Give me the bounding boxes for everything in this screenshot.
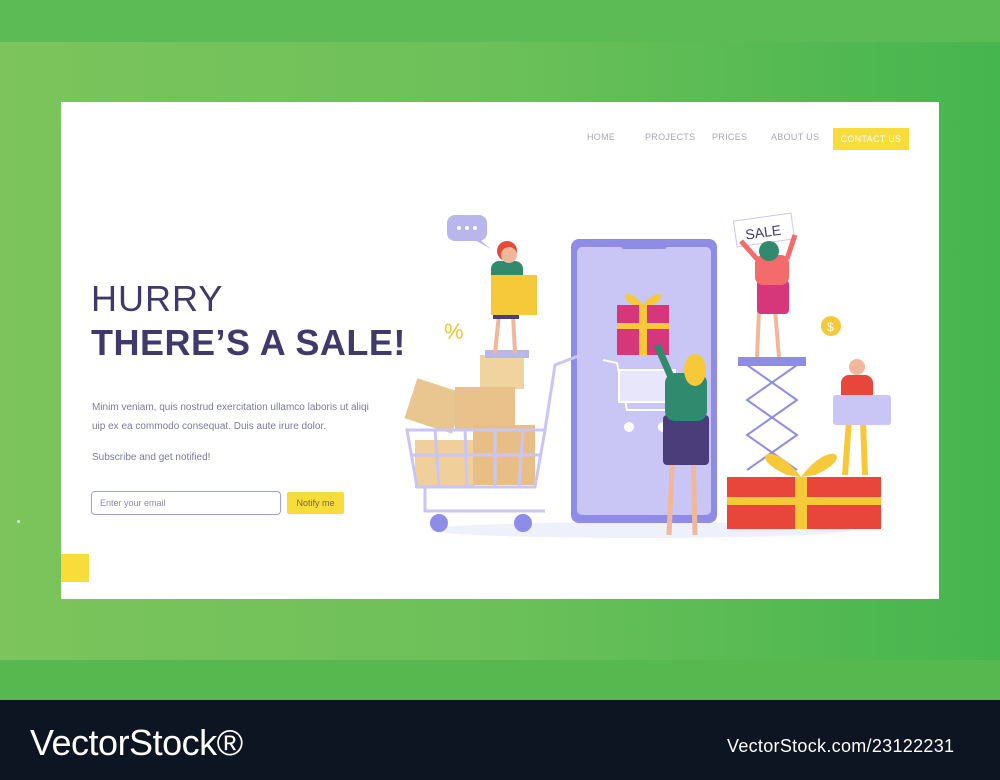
notify-me-button[interactable]: Notify me: [287, 492, 344, 514]
subscribe-text: Subscribe and get notified!: [92, 452, 211, 463]
big-gift-box-icon: [727, 453, 881, 529]
vectorstock-logo: VectorStock®: [30, 722, 243, 763]
shopping-sale-illustration: % SALE $: [404, 212, 891, 538]
scissor-lift: [738, 357, 806, 471]
nav-projects[interactable]: PROJECTS: [645, 132, 695, 142]
email-input[interactable]: Enter your email: [91, 491, 281, 515]
coin-icon: $: [821, 316, 841, 336]
image-id-text: VectorStock.com/23122231: [727, 736, 955, 756]
hero-description: Minim veniam, quis nostrud exercitation …: [92, 402, 369, 432]
hero-title-light: HURRY: [91, 278, 224, 319]
speech-bubble-icon: [447, 215, 491, 249]
nav-home[interactable]: HOME: [587, 132, 615, 142]
top-navigation: HOME PROJECTS PRICES ABOUT US CONTACT US: [0, 128, 1000, 150]
shopping-cart-icon: [404, 353, 582, 532]
woman-holding-sale-sign: SALE: [732, 212, 798, 358]
background-top-band: [0, 0, 1000, 42]
decorative-dot: [17, 520, 20, 523]
nav-prices[interactable]: PRICES: [712, 132, 747, 142]
percent-icon: %: [444, 319, 464, 344]
woman-with-shopping-bag: [485, 241, 537, 358]
man-holding-credit-card: [833, 359, 891, 476]
svg-text:$: $: [827, 320, 834, 334]
hero-title-bold: THERE’S A SALE!: [91, 322, 406, 363]
contact-us-button[interactable]: CONTACT US: [833, 128, 909, 150]
decorative-yellow-square: [61, 554, 89, 582]
nav-about-us[interactable]: ABOUT US: [771, 132, 819, 142]
